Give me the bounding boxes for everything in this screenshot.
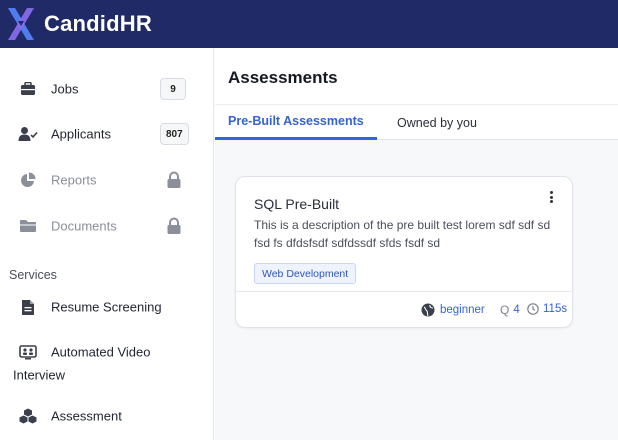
document-icon [18, 297, 38, 317]
question-count: Q 4 [500, 303, 520, 317]
difficulty-level-label: beginner [440, 304, 485, 316]
tab-owned-by-you[interactable]: Owned by you [397, 105, 477, 140]
lock-icon [167, 171, 181, 188]
cubes-icon [18, 406, 38, 426]
sidebar-item-label: Reports [51, 172, 97, 188]
user-check-icon [18, 124, 38, 144]
sidebar-item-reports[interactable]: Reports [0, 160, 214, 200]
question-icon: Q [500, 303, 510, 317]
tab-pre-built-assessments[interactable]: Pre-Built Assessments [215, 105, 377, 140]
assessment-title: SQL Pre-Built [254, 196, 340, 212]
assessment-description: This is a description of the pre built t… [254, 218, 551, 250]
top-navbar: CandidHR [0, 0, 618, 48]
more-options-icon[interactable] [546, 189, 556, 205]
category-tag: Web Development [254, 263, 357, 284]
video-interview-icon [18, 342, 38, 362]
sidebar-item-documents[interactable]: Documents [0, 206, 214, 246]
duration: 115s [527, 303, 567, 315]
sidebar: Jobs 9 Applicants 807 Reports Documents … [0, 48, 214, 440]
candidhr-logo-icon[interactable] [6, 6, 36, 42]
assessment-card-footer: beginner Q 4 115s [236, 291, 572, 328]
duration-value: 115s [543, 303, 568, 315]
services-section-title: Services [9, 268, 57, 282]
sidebar-item-jobs[interactable]: Jobs 9 [0, 69, 214, 109]
assessment-card[interactable]: SQL Pre-Built This is a description of t… [235, 176, 573, 328]
sidebar-item-automated-video-interview[interactable]: Automated Video Interview [0, 338, 214, 390]
question-count-value: 4 [513, 304, 520, 316]
sidebar-item-label: Applicants [51, 126, 111, 142]
sidebar-item-label: Documents [51, 218, 117, 234]
page-title: Assessments [228, 68, 338, 87]
sidebar-item-label: Jobs [51, 81, 79, 97]
folder-icon [18, 216, 38, 236]
sidebar-item-applicants[interactable]: Applicants 807 [0, 114, 214, 154]
jobs-count-badge: 9 [160, 78, 186, 100]
applicants-count-badge: 807 [160, 123, 189, 145]
sidebar-item-label: Resume Screening [51, 299, 162, 315]
globe-icon [421, 303, 435, 317]
briefcase-icon [18, 79, 38, 99]
difficulty-level: beginner [421, 303, 485, 317]
page-header: Assessments [215, 48, 618, 104]
brand-name[interactable]: CandidHR [44, 11, 152, 37]
sidebar-item-label-continued: Interview [13, 367, 66, 383]
sidebar-item-assessment[interactable]: Assessment [0, 396, 214, 436]
clock-icon [527, 303, 539, 315]
sidebar-item-label: Automated Video [51, 344, 151, 360]
sidebar-item-resume-screening[interactable]: Resume Screening [0, 287, 214, 327]
main-content: Assessments Pre-Built Assessments Owned … [215, 48, 618, 440]
sidebar-item-label: Assessment [51, 408, 122, 424]
pie-chart-icon [18, 170, 38, 190]
assessment-tabs: Pre-Built Assessments Owned by you [215, 104, 618, 140]
lock-icon [167, 217, 181, 234]
